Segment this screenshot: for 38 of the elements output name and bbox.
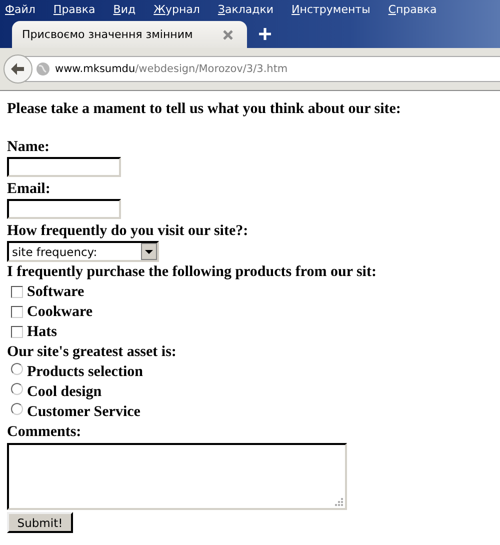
checkbox[interactable] [11, 306, 23, 318]
resize-grip-icon[interactable] [335, 498, 343, 506]
menu-item[interactable]: Справка [388, 3, 437, 16]
browser-tab[interactable]: Присвоємо значення змінним [12, 21, 247, 48]
menu-item[interactable]: Журнал [154, 3, 200, 16]
new-tab-icon[interactable] [258, 28, 271, 40]
field-label: Name: [7, 138, 50, 157]
email-input[interactable] [7, 199, 121, 219]
field-label: I frequently purchase the following products from our sit: [7, 263, 378, 282]
checkbox[interactable] [11, 326, 23, 338]
menu-item[interactable]: Файл [5, 3, 36, 16]
address-field[interactable]: www.mksumdu/webdesign/Morozov/3/3.htm [25, 56, 500, 82]
radio-button[interactable] [11, 383, 23, 395]
option-label: Hats [27, 323, 57, 342]
field-label: Our site's greatest asset is: [7, 343, 178, 362]
option-label: Software [27, 283, 84, 302]
radio-button[interactable] [11, 363, 23, 375]
checkbox[interactable] [11, 286, 23, 298]
close-icon[interactable] [222, 30, 233, 40]
menu-item[interactable]: Вид [113, 3, 136, 16]
menu-item[interactable]: Инструменты [292, 3, 370, 16]
radio-button[interactable] [11, 403, 23, 415]
option-label: Cookware [27, 303, 93, 322]
option-label: Products selection [27, 363, 143, 382]
form-intro: Please take a mament to tell us what you think about our site: [7, 100, 402, 119]
field-label: How frequently do you visit our site?: [7, 222, 250, 241]
field-label: Email: [7, 180, 52, 199]
field-label: Comments: [7, 423, 82, 442]
option-label: Customer Service [27, 403, 140, 422]
menu-item[interactable]: Правка [53, 3, 96, 16]
back-icon[interactable] [3, 54, 33, 84]
frequency-select[interactable]: site frequency: [7, 241, 159, 262]
menu-item[interactable]: Закладки [218, 3, 274, 16]
option-label: Cool design [27, 383, 102, 402]
comments-textarea[interactable] [7, 443, 347, 510]
name-input[interactable] [7, 157, 121, 177]
submit-button[interactable]: Submit! [7, 512, 73, 533]
globe-icon [36, 62, 50, 76]
